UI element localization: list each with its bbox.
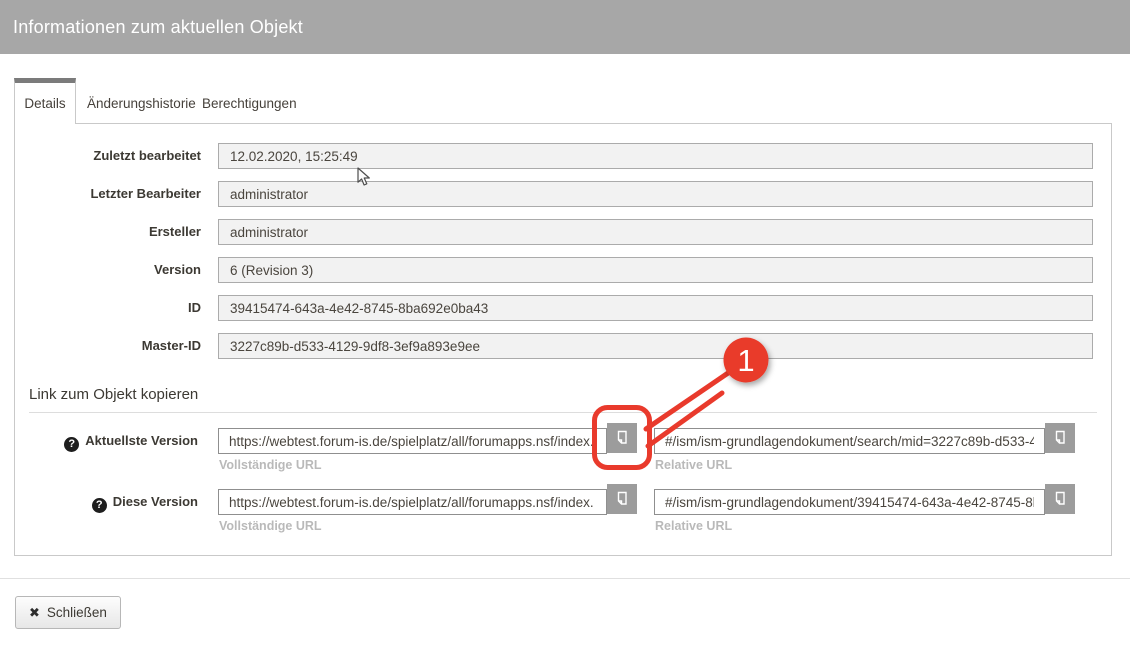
link-row-diese-version-label: ?Diese Version <box>15 489 198 515</box>
copy-icon <box>614 491 630 507</box>
copy-full-url-button-aktuellste-version[interactable] <box>607 423 637 453</box>
help-icon[interactable]: ? <box>64 437 79 452</box>
tab-details-label: Details <box>24 96 65 111</box>
footer-divider <box>0 578 1130 579</box>
field-label-ersteller: Ersteller <box>15 219 201 245</box>
tab-berechtigungen-label: Berechtigungen <box>202 96 297 111</box>
dialog-title: Informationen zum aktuellen Objekt <box>13 17 303 38</box>
tab-aenderungshistorie-label: Änderungshistorie <box>87 96 196 111</box>
full-url-input-aktuellste-version[interactable] <box>218 428 607 454</box>
field-input-master-id[interactable] <box>218 333 1093 359</box>
link-row-aktuellste-version-label: ?Aktuellste Version <box>15 428 198 454</box>
close-button[interactable]: ✖ Schließen <box>15 596 121 629</box>
close-button-label: Schließen <box>47 605 107 620</box>
field-input-zuletzt-bearbeitet[interactable] <box>218 143 1093 169</box>
copy-full-url-button-diese-version[interactable] <box>607 484 637 514</box>
field-input-letzter-bearbeiter[interactable] <box>218 181 1093 207</box>
full-url-hint: Vollständige URL <box>219 519 322 533</box>
relative-url-input-aktuellste-version[interactable] <box>654 428 1045 454</box>
field-label-letzter-bearbeiter: Letzter Bearbeiter <box>15 181 201 207</box>
full-url-input-diese-version[interactable] <box>218 489 607 515</box>
field-label-master-id: Master-ID <box>15 333 201 359</box>
close-x-icon: ✖ <box>29 605 40 621</box>
copy-icon <box>614 430 630 446</box>
full-url-hint: Vollständige URL <box>219 458 322 472</box>
field-input-version[interactable] <box>218 257 1093 283</box>
relative-url-input-diese-version[interactable] <box>654 489 1045 515</box>
field-label-id: ID <box>15 295 201 321</box>
relative-url-hint: Relative URL <box>655 519 732 533</box>
field-label-zuletzt-bearbeitet: Zuletzt bearbeitet <box>15 143 201 169</box>
dialog-title-bar: Informationen zum aktuellen Objekt <box>0 0 1130 54</box>
tab-details[interactable]: Details <box>14 78 76 124</box>
field-label-version: Version <box>15 257 201 283</box>
relative-url-hint: Relative URL <box>655 458 732 472</box>
tab-aenderungshistorie[interactable]: Änderungshistorie <box>87 83 196 123</box>
copy-relative-url-button-aktuellste-version[interactable] <box>1045 423 1075 453</box>
help-icon[interactable]: ? <box>92 498 107 513</box>
link-section-heading: Link zum Objekt kopieren <box>29 386 1097 413</box>
field-input-id[interactable] <box>218 295 1093 321</box>
copy-icon <box>1052 430 1068 446</box>
copy-icon <box>1052 491 1068 507</box>
details-panel: Zuletzt bearbeitet Letzter Bearbeiter Er… <box>14 123 1112 556</box>
field-input-ersteller[interactable] <box>218 219 1093 245</box>
tab-berechtigungen[interactable]: Berechtigungen <box>202 83 297 123</box>
copy-relative-url-button-diese-version[interactable] <box>1045 484 1075 514</box>
